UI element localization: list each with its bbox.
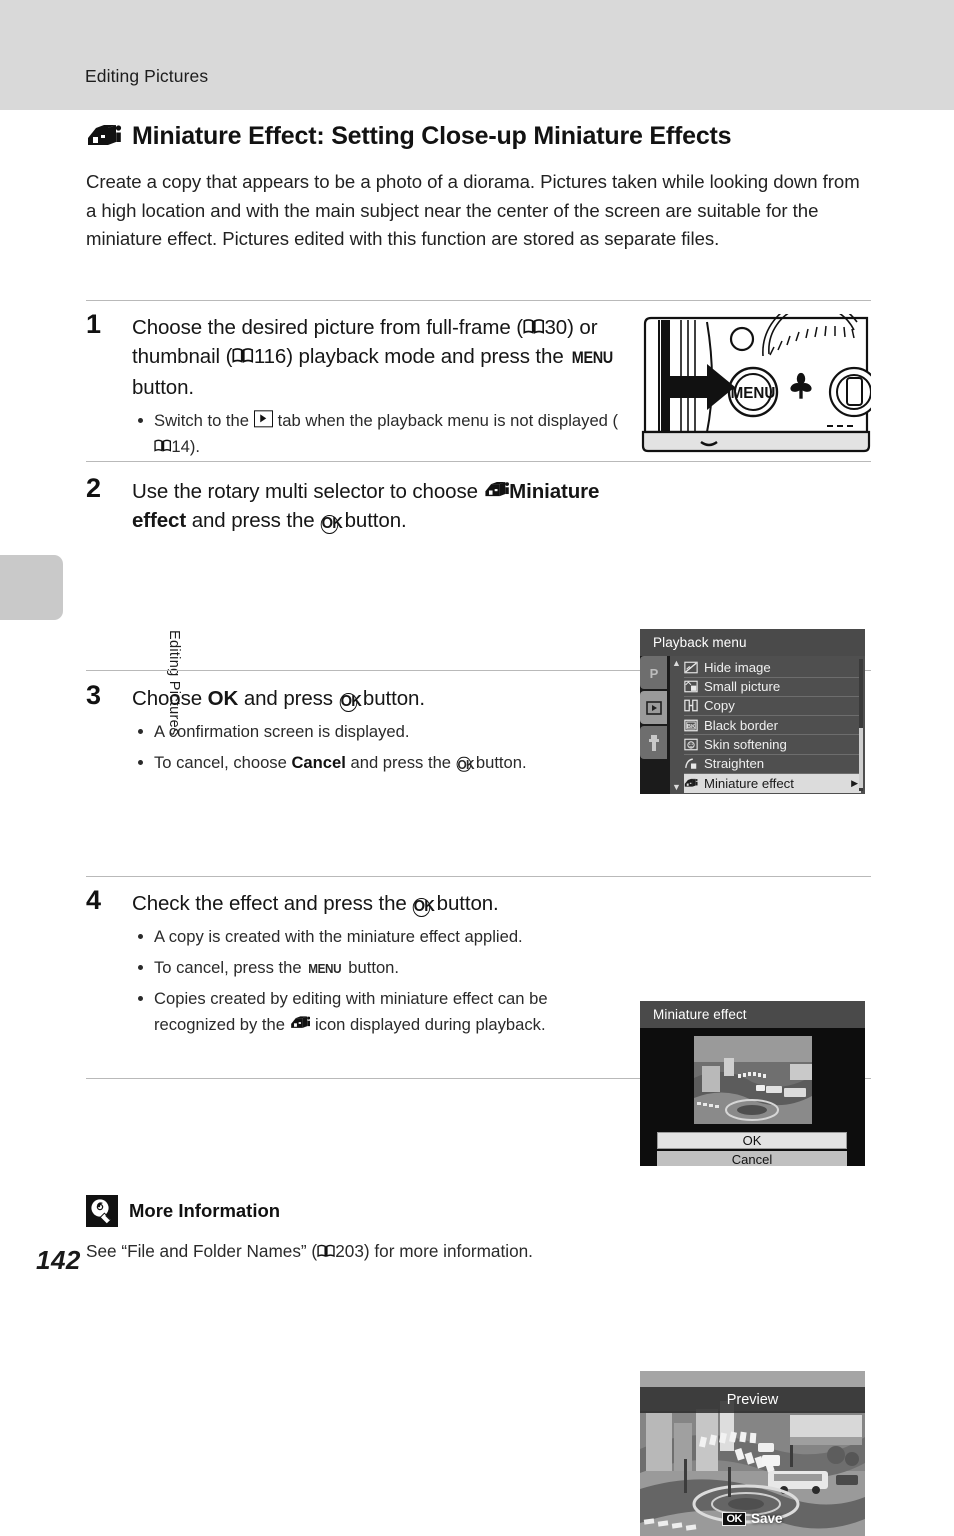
scroll-up-arrow[interactable]: ▲ (672, 658, 681, 668)
step-instruction: Use the rotary multi selector to choose … (132, 480, 600, 534)
menu-button-icon: MENU (572, 349, 614, 367)
ok-button-icon: OK (413, 897, 435, 917)
step-number: 3 (86, 680, 102, 710)
intro-paragraph: Create a copy that appears to be a photo… (86, 171, 860, 250)
step-bullets: A confirmation screen is displayed. To ca… (132, 719, 632, 775)
ok-button-icon: OK (320, 514, 343, 534)
emphasis: OK (207, 687, 239, 710)
step-bullet: To cancel, choose Cancel and press the O… (132, 750, 632, 776)
ok-button-icon: OK (456, 756, 474, 772)
step-bullets: A copy is created with the miniature eff… (132, 924, 632, 1037)
preview-save-hint: OK Save (640, 1511, 865, 1526)
svg-text:P: P (649, 666, 658, 681)
section-rule (86, 461, 871, 462)
confirm-screen-title: Miniature effect (640, 1001, 865, 1028)
more-information-section: More Information See “File and Folder Na… (86, 1195, 871, 1263)
playback-menu-item[interactable]: BK Black border (684, 716, 861, 736)
hide-image-icon (684, 661, 698, 674)
preview-save-label: Save (750, 1511, 783, 1526)
playback-menu-item[interactable]: Straighten (684, 755, 861, 775)
miniature-effect-confirm-screen: Miniature effect OK Cancel (640, 1001, 865, 1166)
playback-tab[interactable] (640, 691, 667, 724)
book-reference-icon (154, 439, 172, 453)
emphasis: Cancel (291, 752, 346, 772)
svg-text:MENU: MENU (731, 385, 776, 402)
miniature-effect-icon (684, 777, 698, 790)
playback-menu-item-label: Copy (704, 698, 735, 714)
step-instruction: Check the effect and press the OK button… (132, 892, 499, 917)
page-title-text: Miniature Effect: Setting Close-up Minia… (132, 122, 732, 150)
more-information-header: More Information (86, 1195, 871, 1227)
section-rule (86, 876, 871, 877)
step-bullet: A copy is created with the miniature eff… (132, 924, 632, 950)
ok-badge-icon: OK (722, 1511, 746, 1526)
book-reference-icon (317, 1244, 335, 1258)
book-reference-icon (523, 318, 545, 335)
book-reference-icon (232, 347, 254, 364)
page-title: Miniature Effect: Setting Close-up Minia… (86, 122, 886, 151)
step-bullet: A confirmation screen is displayed. (132, 719, 632, 745)
playback-menu-item[interactable]: Copy (684, 697, 861, 717)
black-border-icon: BK (684, 719, 698, 732)
emphasis: Miniature effect (132, 480, 600, 532)
svg-text:BK: BK (687, 724, 696, 730)
playback-menu-item-label: Black border (704, 717, 779, 733)
miniature-effect-icon (86, 124, 122, 150)
step-number: 4 (86, 885, 102, 915)
step-instruction: Choose OK and press OK button. (132, 687, 425, 712)
playback-menu-item-label: Skin softening (704, 736, 787, 752)
playback-menu-item[interactable]: Miniature effect ▶ (684, 773, 861, 794)
step-instruction: Choose the desired picture from full-fra… (132, 316, 614, 399)
more-information-text: See “File and Folder Names” (203) for mo… (86, 1241, 533, 1261)
step-number: 2 (86, 473, 102, 503)
playback-menu-item-label: Miniature effect (704, 776, 794, 792)
section-rule (86, 300, 871, 301)
playback-menu-item[interactable]: Skin softening (684, 735, 861, 755)
scroll-down-arrow[interactable]: ▼ (672, 782, 681, 792)
playback-menu-item-label: Small picture (704, 679, 781, 695)
step-bullet: Copies created by editing with miniature… (132, 986, 632, 1037)
playback-menu-screen: Playback menu P ▲ ▼ Hide image Small pict… (640, 629, 865, 794)
straighten-icon (684, 757, 698, 770)
setup-tab[interactable] (640, 726, 667, 759)
preview-screen-title: Preview (640, 1387, 865, 1413)
running-head: Editing Pictures (85, 66, 209, 86)
playback-menu-scroll-arrows: ▲ ▼ (670, 656, 684, 794)
preview-screen: Preview OK Save (640, 1371, 865, 1536)
playback-menu-item-label: Straighten (704, 756, 765, 772)
lightbulb-icon (86, 1195, 118, 1227)
step-bullet: To cancel, press the MENU button. (132, 955, 632, 982)
playback-menu-item[interactable]: Hide image (684, 658, 861, 678)
confirm-ok-button[interactable]: OK (657, 1132, 847, 1149)
shooting-tab[interactable]: P (640, 656, 667, 689)
more-information-title: More Information (129, 1200, 281, 1221)
ok-button-icon: OK (339, 692, 361, 712)
skin-softening-icon (684, 738, 698, 751)
copy-icon (684, 699, 698, 712)
playback-tab-icon (253, 410, 274, 428)
miniature-effect-icon (484, 481, 510, 500)
step-bullets: Switch to the tab when the playback menu… (132, 408, 632, 459)
playback-menu-item[interactable]: Small picture (684, 677, 861, 697)
playback-menu-scrollbar[interactable] (859, 659, 863, 791)
playback-menu-title: Playback menu (640, 629, 865, 656)
miniature-effect-icon (290, 1016, 311, 1031)
step-bullet: Switch to the tab when the playback menu… (132, 408, 632, 459)
preview-thumbnail (693, 1036, 812, 1124)
step-number: 1 (86, 309, 102, 339)
chapter-thumb-tab (0, 555, 63, 620)
small-picture-icon (684, 680, 698, 693)
menu-button-icon: MENU (308, 960, 342, 976)
confirm-cancel-button[interactable]: Cancel (657, 1151, 847, 1166)
page-header-band (0, 0, 954, 110)
page-number: 142 (36, 1245, 81, 1275)
playback-menu-item-label: Hide image (704, 659, 771, 675)
confirm-screen-body: OK Cancel (640, 1028, 865, 1166)
playback-menu-tabs: P (640, 656, 670, 794)
camera-menu-button-illustration: MENU (641, 314, 871, 459)
